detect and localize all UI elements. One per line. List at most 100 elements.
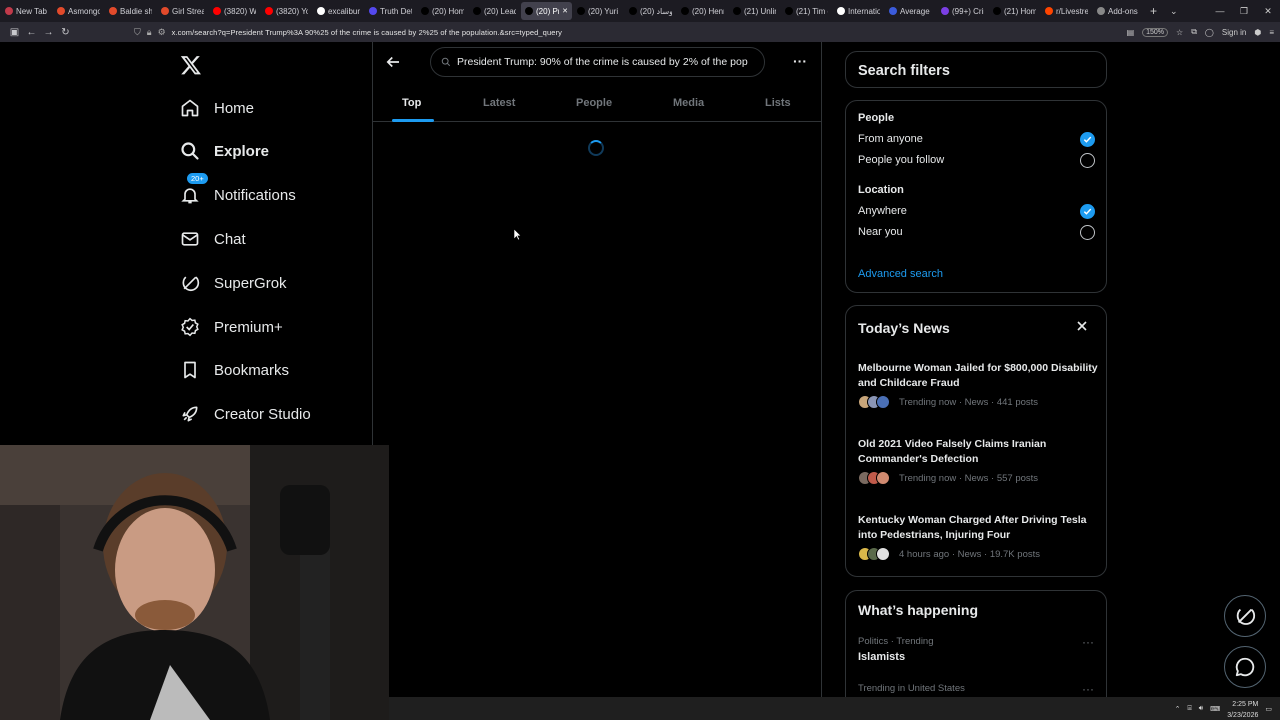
browser-tab[interactable]: New Tab — [1, 2, 52, 20]
account-icon[interactable]: ◯ — [1205, 28, 1214, 37]
news-item[interactable]: Melbourne Woman Jailed for $800,000 Disa… — [858, 361, 1098, 409]
search-filters-panel: People From anyone People you follow Loc… — [845, 100, 1107, 293]
sidebar-toggle-icon[interactable]: ▣ — [6, 27, 23, 38]
news-item[interactable]: Old 2021 Video Falsely Claims Iranian Co… — [858, 437, 1098, 485]
search-tabs: Top Latest People Media Lists — [373, 88, 821, 122]
option-near-you[interactable]: Near you — [858, 226, 903, 238]
favicon-icon — [109, 7, 117, 15]
tab-title: Internation — [848, 6, 880, 16]
shield-icon[interactable]: ⛉ — [134, 27, 141, 38]
radio-unselected-icon[interactable] — [1080, 153, 1095, 168]
browser-tab[interactable]: (20) Henry — [677, 2, 728, 20]
lock-icon[interactable]: 🔒︎ — [147, 27, 152, 38]
tab-media[interactable]: Media — [673, 97, 704, 109]
tab-title: Truth Deta — [380, 6, 412, 16]
chat-button[interactable] — [1224, 646, 1266, 688]
browser-tab[interactable]: (21) Home — [989, 2, 1040, 20]
clock[interactable]: 2:25 PM 3/23/2026 — [1227, 698, 1258, 720]
tab-title: (99+) Crim — [952, 6, 984, 16]
browser-tab[interactable]: (20) Home — [417, 2, 468, 20]
browser-tab[interactable]: (21) Unlim — [729, 2, 780, 20]
news-headline: Melbourne Woman Jailed for $800,000 Disa… — [858, 362, 1098, 389]
active-tab-indicator — [392, 119, 434, 122]
tab-lists[interactable]: Lists — [765, 97, 791, 109]
more-options-icon[interactable]: ··· — [1082, 635, 1094, 649]
browser-tab[interactable]: excalibur m — [313, 2, 364, 20]
nav-item-explore[interactable]: Explore — [180, 136, 269, 166]
rocket-icon — [182, 406, 198, 422]
option-anywhere[interactable]: Anywhere — [858, 205, 907, 217]
search-input[interactable] — [457, 56, 757, 68]
tab-list-icon[interactable]: ⌄ — [1170, 6, 1182, 17]
network-icon[interactable]: ⌸ — [1187, 705, 1191, 713]
nav-item-creator-studio[interactable]: Creator Studio — [180, 399, 311, 429]
favicon-icon — [837, 7, 845, 15]
browser-tab[interactable]: Average K — [885, 2, 936, 20]
browser-tab[interactable]: Internation — [833, 2, 884, 20]
nav-item-supergrok[interactable]: SuperGrok — [180, 268, 287, 298]
browser-tab[interactable]: (20) موساد — [625, 2, 676, 20]
bookmark-star-icon[interactable]: ☆ — [1176, 28, 1183, 37]
permissions-icon[interactable]: ⚙ — [158, 27, 166, 38]
reload-icon[interactable]: ↻ — [57, 27, 74, 38]
checkmark-icon[interactable] — [1080, 132, 1095, 147]
back-arrow-icon[interactable] — [384, 53, 402, 71]
close-window-icon[interactable]: ✕ — [1256, 6, 1280, 17]
radio-unselected-icon[interactable] — [1080, 225, 1095, 240]
nav-item-bookmarks[interactable]: Bookmarks — [180, 355, 289, 385]
browser-tab[interactable]: (20) Pres✕ — [521, 2, 572, 20]
browser-tab[interactable]: Asmongold — [53, 2, 104, 20]
trend-name[interactable]: Islamists — [858, 651, 905, 663]
back-icon[interactable]: ← — [23, 27, 40, 38]
more-options-icon[interactable]: ··· — [790, 53, 810, 71]
nav-item-notifications[interactable]: 20+ Notifications — [180, 172, 296, 210]
address-bar[interactable]: ⛉ 🔒︎ ⚙ x.com/search?q=President Trump%3A… — [134, 24, 1064, 40]
volume-icon[interactable]: 🔊︎ — [1199, 705, 1203, 713]
x-logo-icon[interactable] — [180, 54, 202, 76]
tab-people[interactable]: People — [576, 97, 612, 109]
option-people-you-follow[interactable]: People you follow — [858, 154, 944, 166]
tab-title: Add-ons M — [1108, 6, 1140, 16]
browser-tab[interactable]: r/Livestrea — [1041, 2, 1092, 20]
tab-latest[interactable]: Latest — [483, 97, 515, 109]
zoom-level[interactable]: 150% — [1142, 27, 1169, 37]
checkmark-icon[interactable] — [1080, 204, 1095, 219]
browser-tab[interactable]: Baldie sho — [105, 2, 156, 20]
sign-in-link[interactable]: Sign in — [1222, 28, 1246, 37]
forward-icon[interactable]: → — [40, 27, 57, 38]
browser-tab[interactable]: (20) Leadi — [469, 2, 520, 20]
more-options-icon[interactable]: ··· — [1082, 682, 1094, 696]
browser-tab[interactable]: Add-ons M — [1093, 2, 1144, 20]
favicon-icon — [785, 7, 793, 15]
extension-icon[interactable]: ⧉ — [1191, 27, 1197, 37]
nav-item-home[interactable]: Home — [180, 93, 254, 123]
search-filters-header: Search filters — [845, 51, 1107, 88]
close-icon[interactable] — [1076, 320, 1088, 332]
extensions-icon[interactable]: ⬢ — [1254, 28, 1261, 37]
notification-center-icon[interactable]: ▭ — [1265, 705, 1272, 713]
browser-tab[interactable]: Truth Deta — [365, 2, 416, 20]
advanced-search-link[interactable]: Advanced search — [858, 268, 943, 280]
search-box[interactable] — [430, 47, 765, 77]
browser-tab[interactable]: (3820) Wal — [209, 2, 260, 20]
reader-view-icon[interactable]: ▤ — [1127, 28, 1135, 37]
nav-item-chat[interactable]: Chat — [180, 224, 246, 254]
menu-icon[interactable]: ≡ — [1269, 28, 1274, 37]
tab-top[interactable]: Top — [402, 97, 421, 109]
nav-item-premium[interactable]: Premium+ — [180, 312, 283, 342]
browser-tab[interactable]: (20) Yuri B — [573, 2, 624, 20]
chevron-up-icon[interactable]: ⌃ — [1175, 705, 1181, 713]
browser-tab[interactable]: (3820) You — [261, 2, 312, 20]
close-tab-icon[interactable]: ✕ — [562, 7, 568, 15]
browser-tab[interactable]: (21) Tim o — [781, 2, 832, 20]
grok-button[interactable] — [1224, 595, 1266, 637]
browser-tab[interactable]: Girl Stream — [157, 2, 208, 20]
new-tab-icon[interactable]: + — [1150, 4, 1164, 18]
news-item[interactable]: Kentucky Woman Charged After Driving Tes… — [858, 513, 1098, 561]
trend-meta: Trending in United States — [858, 683, 965, 694]
option-from-anyone[interactable]: From anyone — [858, 133, 923, 145]
restore-icon[interactable]: ❐ — [1232, 6, 1256, 17]
input-icon[interactable]: ⌨ — [1210, 705, 1220, 713]
browser-tab[interactable]: (99+) Crim — [937, 2, 988, 20]
minimize-icon[interactable]: — — [1208, 6, 1232, 16]
